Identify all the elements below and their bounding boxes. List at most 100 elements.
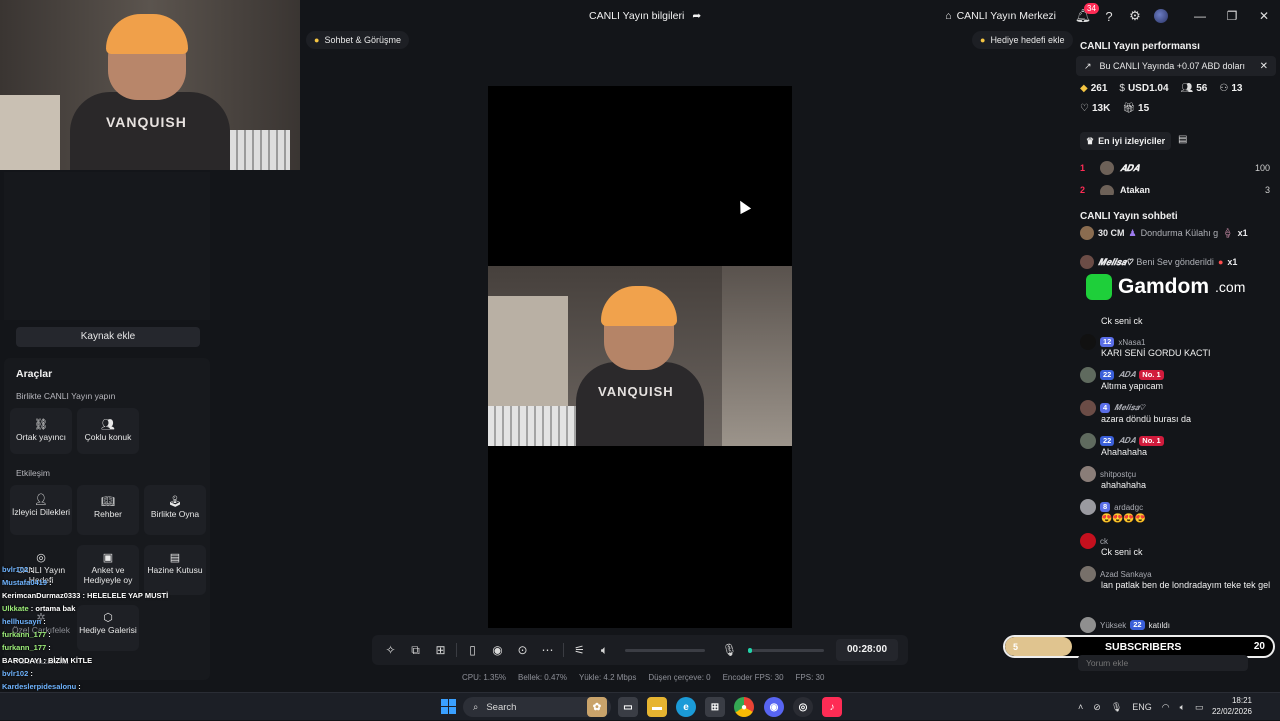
mic-level-meter	[748, 647, 824, 653]
volume-icon[interactable]: 🔈︎	[592, 635, 617, 665]
battery-icon[interactable]: ▭	[1195, 702, 1204, 713]
clock-date: 22/02/2026	[1211, 707, 1252, 716]
clock[interactable]: 18:21 22/02/2026	[1210, 695, 1252, 717]
volume-slider[interactable]	[625, 648, 705, 652]
stat-upload: Yükle: 4.2 Mbps	[578, 673, 637, 682]
obs-icon[interactable]: ◎	[793, 697, 813, 717]
chat-message: 22 𝑨𝑫𝑨 No. 1 Altıma yapıcam	[1080, 367, 1276, 392]
add-user-icon: ⚇	[1219, 83, 1229, 94]
minimize-icon[interactable]: —	[1184, 0, 1216, 32]
top-viewers-tab[interactable]: ♛ En iyi izleyiciler	[1080, 132, 1172, 150]
avatar	[1100, 185, 1114, 195]
chrome-icon[interactable]: ●	[734, 697, 754, 717]
list-icon[interactable]: ▤	[1178, 134, 1187, 145]
avatar[interactable]	[1148, 0, 1174, 32]
subscribers-current: 5	[1013, 641, 1019, 652]
maximize-icon[interactable]: ❐	[1216, 0, 1248, 32]
overlay-chat-line: Ulkkate : ortama bak	[2, 604, 76, 613]
system-tray: ˄ ⊘ 🎙︎ ENG ◠ 🔈︎ ▭	[1078, 693, 1204, 721]
users-icon: 👥︎	[101, 419, 115, 431]
bell-icon[interactable]: 🔔︎ 34	[1070, 0, 1099, 32]
interaction-heading: Etkileşim	[16, 468, 51, 478]
tiktok-icon[interactable]: ♪	[822, 697, 842, 717]
add-source-button[interactable]: Kaynak ekle	[16, 327, 200, 347]
likes-stat: ♡ 13K	[1080, 103, 1111, 114]
chevron-up-icon[interactable]: ˄	[1078, 702, 1083, 712]
tile-play-together[interactable]: 🕹︎ Birlikte Oyna	[144, 485, 206, 535]
overlay-chat-line: BARODAYI : BİZİM KİTLE	[2, 656, 93, 665]
chat-call-button[interactable]: ● Sohbet & Görüşme	[306, 31, 409, 49]
avatar	[1080, 367, 1096, 383]
overlay-chat-line: bvlr102 :	[2, 565, 33, 574]
overlay-chat-line: KerimcanDurmaz0333 : HELELELE YAP MUSTİ	[2, 591, 169, 600]
explorer-icon[interactable]: ▬	[647, 697, 667, 717]
avatar	[1080, 433, 1096, 449]
windows-start-icon[interactable]	[441, 699, 456, 714]
gift-icon: ●	[1217, 257, 1224, 267]
discord-icon[interactable]: ◉	[764, 697, 784, 717]
avatar	[1080, 334, 1096, 350]
gift-event: 30 CM ♟ Dondurma Külahı g 🍦︎ x1	[1080, 224, 1248, 242]
diamonds-stat: ◆ 261	[1080, 83, 1108, 94]
ranking-row[interactable]: 1 𝑨𝑫𝑨 100	[1080, 159, 1270, 177]
ranking-row[interactable]: 2 Atakan 3	[1080, 185, 1270, 195]
overlay-chat-line: furkann_177 :	[2, 630, 51, 639]
phone-icon[interactable]: ▯	[460, 635, 485, 665]
heart-icon: ♡	[1080, 103, 1089, 114]
right-panel: CANLI Yayın performansı ↗ Bu CANLI Yayın…	[1070, 34, 1280, 680]
webcam-overlay: VANQUISH	[0, 0, 300, 170]
title-bar-right: ⌂ CANLI Yayın Merkezi 🔔︎ 34 ? ⚙ — ❐ ✕	[945, 0, 1280, 32]
live-info-title[interactable]: CANLI Yayın bilgileri ➦	[589, 10, 701, 22]
control-bar: ✧ ⧉ ⊞ ▯ ◉ ⊙ ⋯ ⚟ 🔈︎ 🎙︎ 00:28:00	[372, 635, 908, 665]
chat-message: Yüksek 22 katıldı	[1080, 617, 1276, 633]
diamond-icon: ◆	[1080, 83, 1088, 94]
muted-network-icon[interactable]: ⊘	[1093, 702, 1101, 713]
search-icon: ⌕	[473, 701, 479, 713]
gear-icon[interactable]: ⚙	[1122, 0, 1148, 32]
pets-icon[interactable]: ✿	[587, 697, 607, 717]
gift-event: 𝑴𝒆𝒍𝒊𝒔𝒂♡ Beni Sev gönderildi ● x1	[1080, 253, 1237, 271]
screenshot-icon[interactable]: ⊙	[510, 635, 535, 665]
gamdom-logo-icon	[1086, 274, 1112, 300]
chat-message: 12 xNasa1 KARI SENİ GORDU KACTI	[1080, 334, 1276, 359]
more-icon[interactable]: ⋯	[535, 635, 560, 665]
avatar	[1080, 533, 1096, 549]
avatar	[1080, 226, 1094, 240]
layout-icon[interactable]: ⊞	[428, 635, 453, 665]
home-icon: ⌂	[945, 10, 952, 22]
magic-icon[interactable]: ✧	[378, 635, 403, 665]
close-icon[interactable]: ✕	[1248, 0, 1280, 32]
settings-sliders-icon[interactable]: ⚟	[567, 635, 592, 665]
share-icon[interactable]: ➦	[692, 10, 701, 22]
gift-goal-button[interactable]: ● Hediye hedefi ekle	[972, 31, 1073, 49]
book-icon: 📖︎	[101, 496, 115, 508]
overlay-chat: bvlr102 : Mustafa0419 : KerimcanDurmaz03…	[2, 563, 202, 706]
comment-input[interactable]	[1078, 655, 1248, 671]
taskbar: ⌕ Search ✿ ▭ ▬ e ⊞ ● ◉ ◎ ♪ ˄ ⊘ 🎙︎ ENG ◠ …	[0, 692, 1280, 720]
subscribers-label: SUBSCRIBERS	[1105, 640, 1182, 653]
close-icon[interactable]: ✕	[1260, 61, 1268, 72]
edge-icon[interactable]: e	[676, 697, 696, 717]
chat-title: CANLI Yayın sohbeti	[1080, 211, 1178, 222]
record-icon[interactable]: ◉	[485, 635, 510, 665]
live-center-button[interactable]: ⌂ CANLI Yayın Merkezi	[945, 10, 1056, 22]
mic-icon[interactable]: 🎙︎	[1111, 702, 1122, 713]
preview-webcam: VANQUISH	[488, 266, 792, 446]
poll-icon: ▣	[102, 552, 114, 564]
tile-viewer-requests[interactable]: 👤︎ İzleyici Dilekleri	[10, 485, 72, 535]
mic-icon[interactable]: 🎙︎	[717, 635, 742, 665]
chest-icon: ▤	[169, 552, 181, 564]
overlay-chat-line: furkann_177 :	[2, 643, 51, 652]
tile-multi-guest[interactable]: 👥︎ Çoklu konuk	[77, 408, 139, 454]
tile-guide[interactable]: 📖︎ Rehber	[77, 485, 139, 535]
language-indicator[interactable]: ENG	[1132, 702, 1152, 712]
files-icon[interactable]: ▭	[618, 697, 638, 717]
wifi-icon[interactable]: ◠	[1162, 702, 1170, 713]
store-icon[interactable]: ⊞	[705, 697, 725, 717]
tile-co-host[interactable]: ⛓ Ortak yayıncı	[10, 408, 72, 454]
speaker-icon[interactable]: 🔈︎	[1180, 702, 1185, 713]
help-icon[interactable]: ?	[1096, 0, 1122, 32]
lightbulb-icon: ●	[980, 35, 986, 45]
avatar	[1080, 566, 1096, 582]
effects-icon[interactable]: ⧉	[403, 635, 428, 665]
